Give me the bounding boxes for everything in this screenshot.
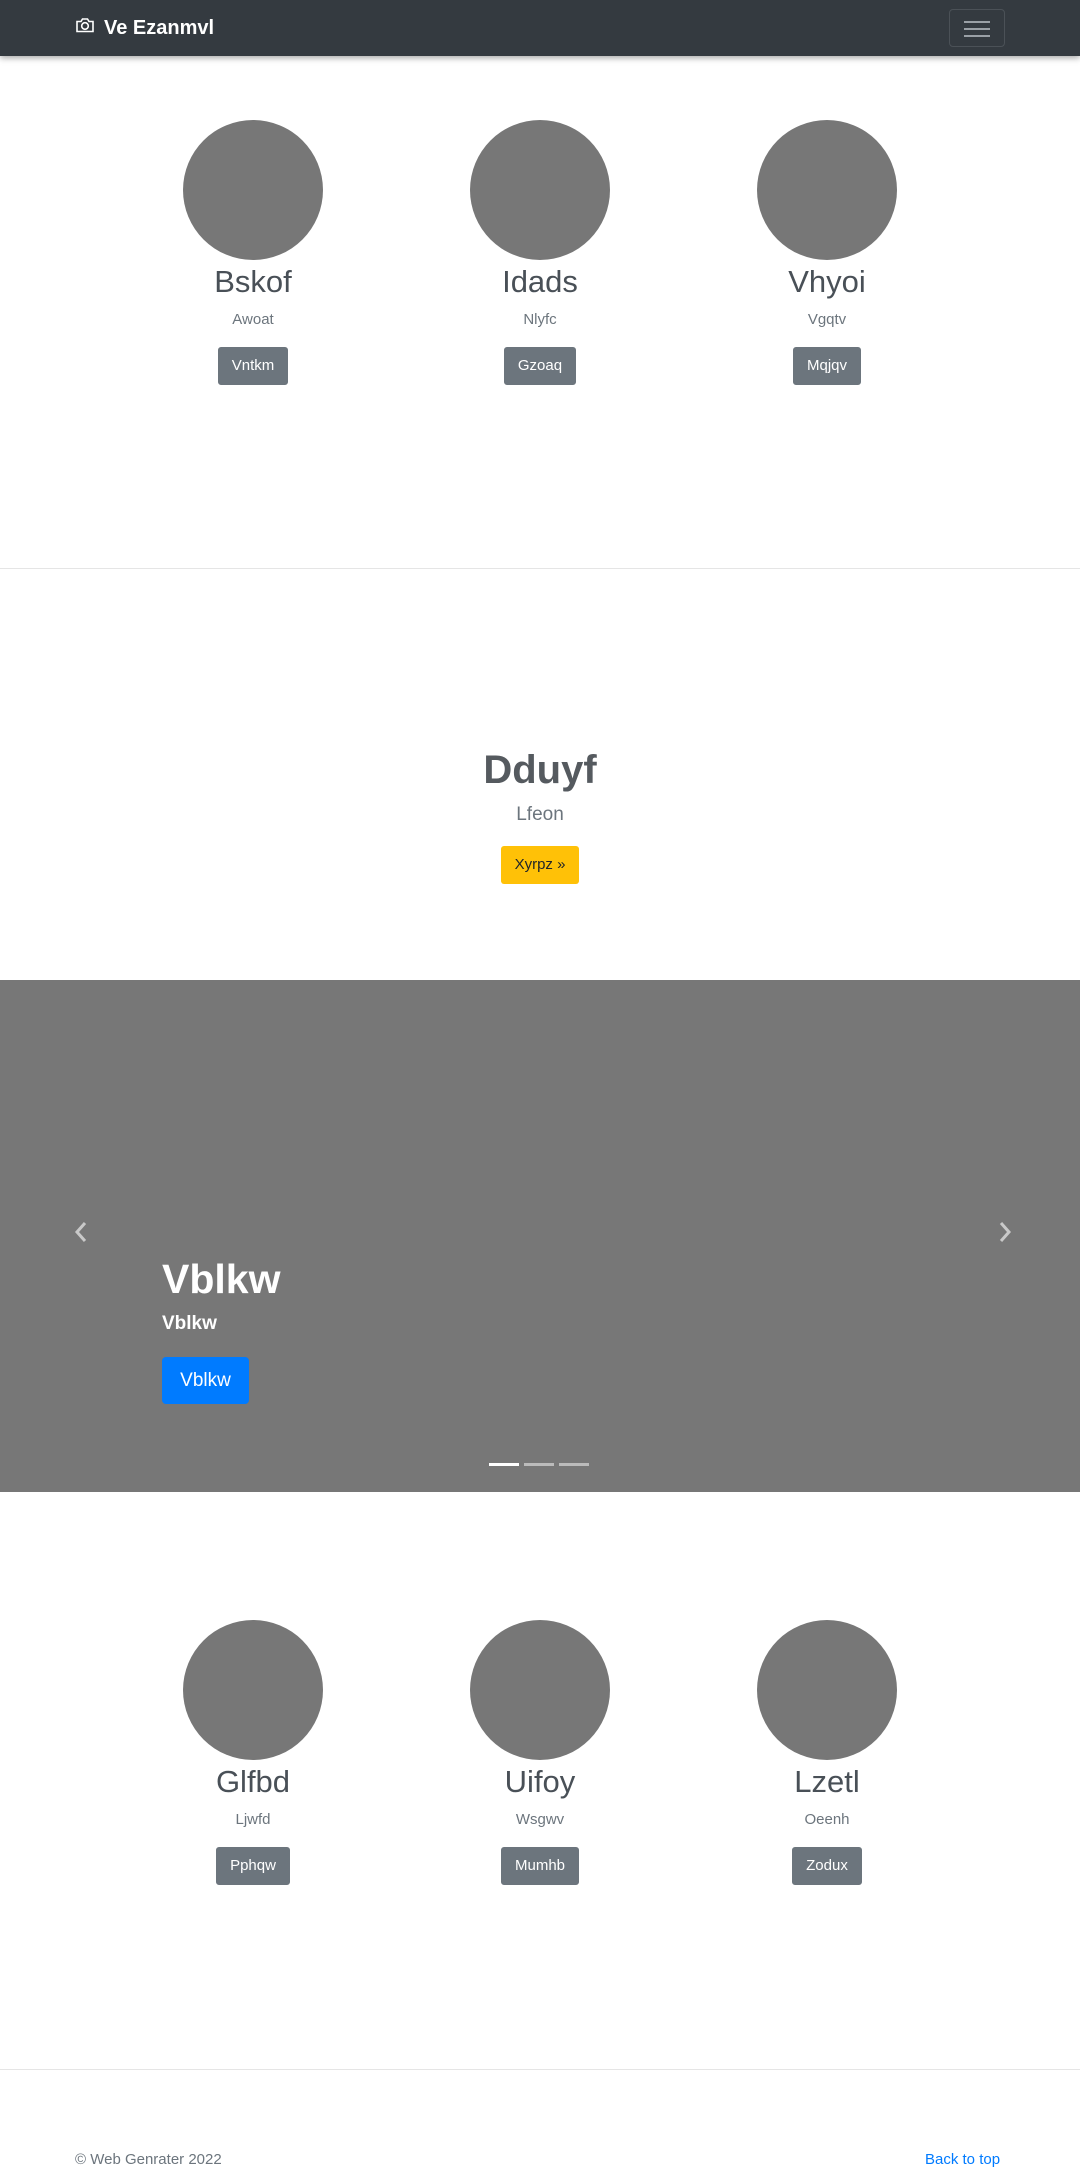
feature-card: Lzetl Oeenh Zodux [727,1620,927,1885]
chevron-right-icon[interactable] [990,1220,1020,1250]
feature-text: Oeenh [804,1811,850,1828]
feature-image-placeholder [757,1620,897,1760]
carousel-indicator[interactable] [559,1463,589,1466]
feature-title: Bskof [214,264,292,299]
feature-text: Ljwfd [235,1811,271,1828]
hamburger-icon [964,21,990,23]
feature-card: Glfbd Ljwfd Pphqw [153,1620,353,1885]
feature-text: Nlyfc [523,311,557,328]
hero-title: Dduyf [483,748,597,792]
carousel-indicator[interactable] [524,1463,554,1466]
feature-image-placeholder [757,120,897,260]
footer-copyright: © Web Genrater 2022 [75,2151,222,2168]
feature-text: Awoat [232,311,274,328]
hamburger-icon-line [964,28,990,30]
feature-card: Bskof Awoat Vntkm [153,120,353,385]
navbar-toggler-button[interactable] [949,9,1005,47]
chevron-left-icon[interactable] [66,1220,96,1250]
hamburger-icon-line [964,35,990,37]
carousel-indicators [489,1463,589,1466]
navbar: Ve Ezanmvl [0,0,1080,56]
feature-card: Idads Nlyfc Gzoaq [440,120,640,385]
carousel-caption-subtitle: Vblkw [162,1313,217,1334]
feature-image-placeholder [183,120,323,260]
brand-label: Ve Ezanmvl [104,16,215,39]
feature-title: Idads [502,264,578,299]
feature-button[interactable]: Mumhb [500,1847,580,1885]
navbar-brand[interactable]: Ve Ezanmvl [75,15,214,41]
carousel: Vblkw Vblkw Vblkw [0,980,1080,1492]
camera-icon [75,15,95,41]
feature-button[interactable]: Pphqw [216,1847,290,1885]
feature-button[interactable]: Gzoaq [503,347,577,385]
feature-image-placeholder [183,1620,323,1760]
carousel-caption-button[interactable]: Vblkw [162,1357,249,1404]
feature-button[interactable]: Vntkm [217,347,289,385]
carousel-indicator[interactable] [489,1463,519,1466]
feature-button[interactable]: Zodux [792,1847,862,1885]
section-divider [0,2069,1080,2070]
carousel-caption-title: Vblkw [162,1256,281,1302]
hero-lead: Lfeon [516,804,564,825]
feature-title: Lzetl [794,1764,860,1799]
hero-section: Dduyf Lfeon Xyrpz » [0,568,1080,980]
feature-text: Vgqtv [807,311,847,328]
feature-title: Vhyoi [788,264,866,299]
feature-text: Wsgwv [515,1811,565,1828]
feature-card: Uifoy Wsgwv Mumhb [440,1620,640,1885]
hero-button[interactable]: Xyrpz » [501,846,579,884]
feature-image-placeholder [470,1620,610,1760]
feature-card: Vhyoi Vgqtv Mqjqv [727,120,927,385]
back-to-top-link[interactable]: Back to top [925,2151,1000,2168]
feature-image-placeholder [470,120,610,260]
feature-button[interactable]: Mqjqv [792,347,861,385]
feature-title: Uifoy [504,1764,576,1799]
feature-title: Glfbd [215,1764,291,1799]
